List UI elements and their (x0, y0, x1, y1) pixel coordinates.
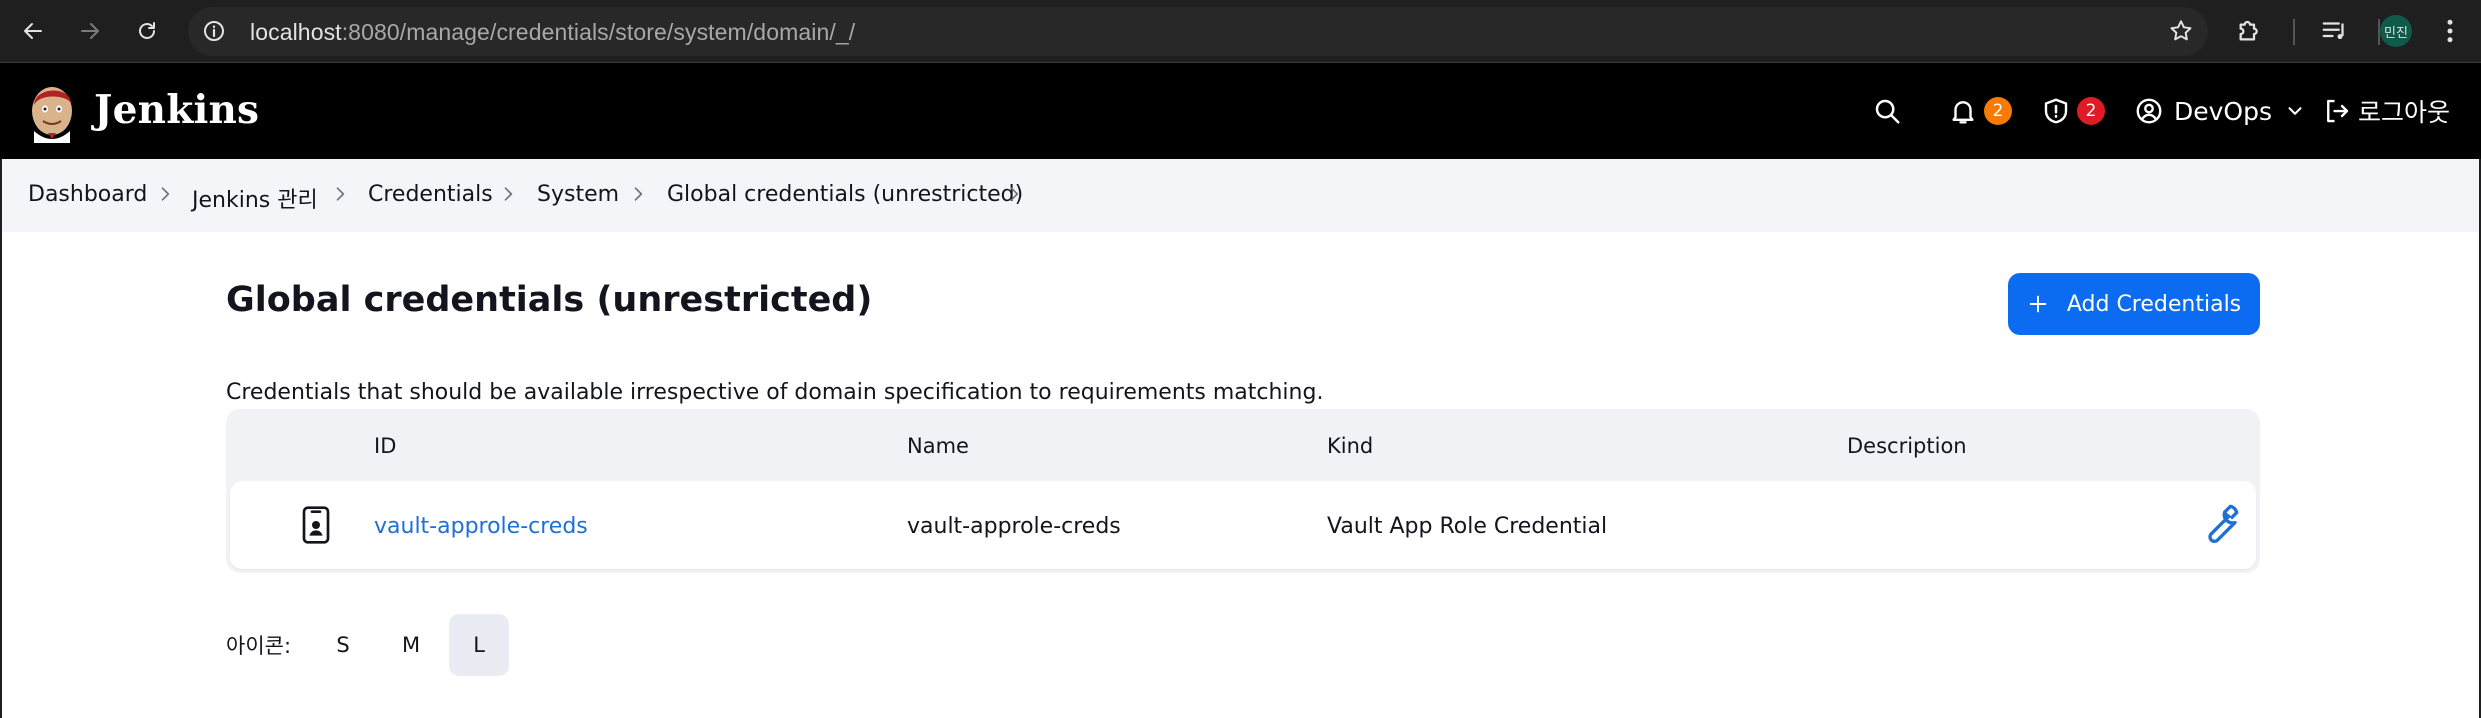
page-title: Global credentials (unrestricted) (226, 280, 873, 320)
media-controls-icon[interactable] (2320, 16, 2350, 46)
forward-icon[interactable] (71, 12, 109, 50)
icon-size-s-button[interactable]: S (313, 614, 373, 676)
jenkins-logo-icon[interactable] (26, 81, 78, 143)
url-text[interactable]: localhost:8080/manage/credentials/store/… (250, 19, 855, 46)
icon-size-label: 아이콘: (226, 634, 292, 658)
chevron-right-icon[interactable] (628, 184, 648, 204)
logout-label: 로그아웃 (2358, 98, 2451, 127)
breadcrumb-global-credentials[interactable]: Global credentials (unrestricted) (667, 182, 1023, 207)
icon-size-selector: 아이콘: S M L (226, 614, 517, 676)
logout-button[interactable]: 로그아웃 (2322, 91, 2450, 131)
breadcrumb-credentials[interactable]: Credentials (368, 182, 493, 207)
notifications-badge: 2 (1984, 97, 2012, 125)
credentials-table: ID Name Kind Description vault-approle-c… (226, 409, 2260, 573)
add-credentials-button[interactable]: Add Credentials (2008, 273, 2260, 335)
breadcrumb-jenkins-manage[interactable]: Jenkins 관리 (192, 182, 318, 214)
breadcrumb: Dashboard Jenkins 관리 Credentials System … (0, 159, 2481, 232)
back-icon[interactable] (14, 12, 52, 50)
column-header-id[interactable]: ID (374, 434, 396, 458)
jenkins-brand[interactable]: Jenkins (94, 87, 259, 133)
credential-kind: Vault App Role Credential (1327, 514, 1608, 539)
browser-toolbar: localhost:8080/manage/credentials/store/… (0, 0, 2481, 63)
user-menu[interactable]: DevOps (2134, 91, 2306, 131)
bell-icon (1952, 101, 1974, 124)
reload-icon[interactable] (128, 12, 166, 50)
address-bar[interactable]: localhost:8080/manage/credentials/store/… (188, 7, 2208, 56)
browser-menu-icon[interactable] (2444, 16, 2456, 46)
icon-size-l-button[interactable]: L (449, 614, 510, 676)
search-button[interactable] (1872, 91, 1902, 131)
chevron-right-icon[interactable] (155, 184, 175, 204)
toolbar-divider (2293, 19, 2295, 45)
security-button[interactable]: 2 (2041, 91, 2105, 131)
icon-size-m-button[interactable]: M (381, 614, 441, 676)
chevron-right-icon[interactable] (330, 184, 350, 204)
notifications-button[interactable]: 2 (1948, 91, 2012, 131)
chevron-down-icon (2288, 107, 2302, 115)
chevron-right-icon[interactable] (498, 184, 518, 204)
security-badge: 2 (2077, 97, 2105, 125)
credential-card-icon (302, 506, 330, 544)
breadcrumb-system[interactable]: System (537, 182, 619, 207)
column-header-name[interactable]: Name (907, 434, 969, 458)
bookmark-star-icon[interactable] (2168, 18, 2194, 44)
add-credentials-label: Add Credentials (2066, 291, 2242, 317)
jenkins-header: Jenkins 2 2 DevOps 로그아웃 (0, 63, 2481, 159)
shield-alert-icon (2044, 98, 2068, 124)
user-name: DevOps (2174, 96, 2272, 126)
logout-icon (2327, 99, 2349, 123)
breadcrumb-dashboard[interactable]: Dashboard (28, 182, 147, 207)
search-icon (1875, 99, 1900, 124)
table-row: vault-approle-creds vault-approle-creds … (230, 481, 2256, 569)
configure-wrench-icon[interactable] (2194, 499, 2244, 549)
site-info-icon[interactable] (202, 19, 226, 43)
window-border (0, 159, 2, 718)
chevron-right-icon[interactable] (1004, 184, 1024, 204)
credential-name: vault-approle-creds (907, 514, 1121, 539)
column-header-description[interactable]: Description (1847, 434, 1967, 458)
column-header-kind[interactable]: Kind (1327, 434, 1373, 458)
domain-description: Credentials that should be available irr… (226, 380, 1324, 405)
profile-avatar[interactable]: 민진 (2380, 15, 2412, 47)
user-circle-icon (2136, 98, 2162, 124)
plus-icon (2029, 295, 2047, 313)
credential-id-link[interactable]: vault-approle-creds (374, 514, 588, 539)
extensions-puzzle-icon[interactable] (2234, 14, 2266, 46)
